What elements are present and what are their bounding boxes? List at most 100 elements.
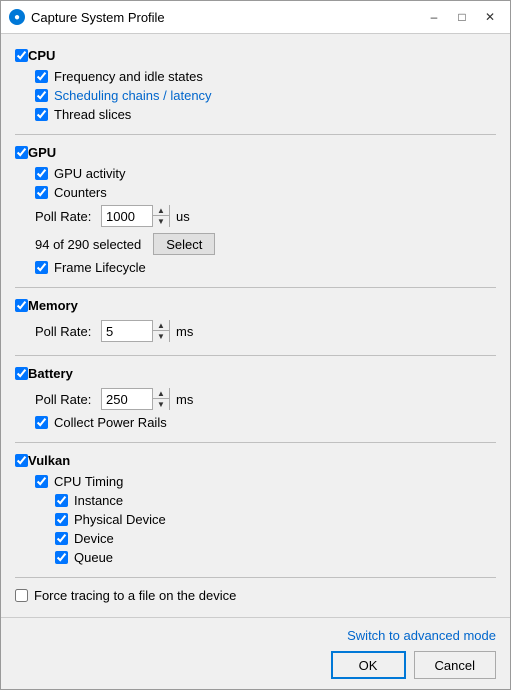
title-bar: ● Capture System Profile – □ ✕ (1, 1, 510, 34)
window-title: Capture System Profile (31, 10, 422, 25)
content-area: CPU Frequency and idle states Scheduling… (1, 34, 510, 617)
footer: Switch to advanced mode OK Cancel (1, 617, 510, 689)
battery-section: Battery Poll Rate: ▲ ▼ ms Col (15, 362, 496, 436)
advanced-mode-link[interactable]: Switch to advanced mode (347, 628, 496, 643)
device-checkbox[interactable] (55, 532, 68, 545)
gpu-label: GPU (28, 145, 56, 160)
device-row: Device (55, 529, 496, 548)
divider-3 (15, 355, 496, 356)
vulkan-label: Vulkan (28, 453, 70, 468)
battery-poll-down-arrow[interactable]: ▼ (153, 399, 169, 410)
frame-lifecycle-label: Frame Lifecycle (54, 260, 146, 275)
gpu-section: GPU GPU activity Counters Poll Rate: ▲ (15, 141, 496, 281)
force-tracing-checkbox[interactable] (15, 589, 28, 602)
battery-poll-input[interactable] (102, 389, 152, 409)
gpu-counters-row: Counters (35, 183, 496, 202)
cpu-thread-row: Thread slices (35, 105, 496, 124)
queue-checkbox[interactable] (55, 551, 68, 564)
instance-label: Instance (74, 493, 123, 508)
memory-section-body: Poll Rate: ▲ ▼ ms (15, 317, 496, 349)
memory-poll-arrows: ▲ ▼ (152, 320, 169, 342)
gpu-poll-down-arrow[interactable]: ▼ (153, 216, 169, 227)
select-button[interactable]: Select (153, 233, 215, 255)
memory-poll-down-arrow[interactable]: ▼ (153, 331, 169, 342)
cpu-timing-checkbox[interactable] (35, 475, 48, 488)
memory-poll-label: Poll Rate: (35, 324, 95, 339)
cpu-frequency-row: Frequency and idle states (35, 67, 496, 86)
maximize-button[interactable]: □ (450, 7, 474, 27)
queue-label: Queue (74, 550, 113, 565)
memory-section: Memory Poll Rate: ▲ ▼ ms (15, 294, 496, 349)
divider-4 (15, 442, 496, 443)
gpu-activity-label: GPU activity (54, 166, 126, 181)
force-tracing-row: Force tracing to a file on the device (15, 584, 496, 607)
frame-lifecycle-checkbox[interactable] (35, 261, 48, 274)
gpu-activity-checkbox[interactable] (35, 167, 48, 180)
force-tracing-label: Force tracing to a file on the device (34, 588, 236, 603)
gpu-section-header: GPU (15, 141, 496, 164)
collect-power-rails-label: Collect Power Rails (54, 415, 167, 430)
cpu-timing-label: CPU Timing (54, 474, 123, 489)
cpu-frequency-checkbox[interactable] (35, 70, 48, 83)
cpu-section-header: CPU (15, 44, 496, 67)
cpu-timing-children: Instance Physical Device Device Queue (35, 491, 496, 567)
memory-poll-input[interactable] (102, 321, 152, 341)
physical-device-checkbox[interactable] (55, 513, 68, 526)
collect-power-rails-row: Collect Power Rails (35, 413, 496, 432)
battery-poll-unit: ms (176, 392, 193, 407)
gpu-section-body: GPU activity Counters Poll Rate: ▲ ▼ (15, 164, 496, 281)
gpu-activity-row: GPU activity (35, 164, 496, 183)
minimize-button[interactable]: – (422, 7, 446, 27)
vulkan-section-header: Vulkan (15, 449, 496, 472)
gpu-poll-up-arrow[interactable]: ▲ (153, 205, 169, 216)
advanced-link-container: Switch to advanced mode (15, 628, 496, 643)
cpu-thread-checkbox[interactable] (35, 108, 48, 121)
vulkan-checkbox[interactable] (15, 454, 28, 467)
footer-buttons: OK Cancel (15, 651, 496, 679)
divider-1 (15, 134, 496, 135)
divider-2 (15, 287, 496, 288)
gpu-counters-label: Counters (54, 185, 107, 200)
physical-device-label: Physical Device (74, 512, 166, 527)
battery-poll-row: Poll Rate: ▲ ▼ ms (35, 385, 496, 413)
battery-poll-up-arrow[interactable]: ▲ (153, 388, 169, 399)
gpu-poll-unit: us (176, 209, 190, 224)
cpu-checkbox[interactable] (15, 49, 28, 62)
ok-button[interactable]: OK (331, 651, 406, 679)
cpu-frequency-label: Frequency and idle states (54, 69, 203, 84)
close-button[interactable]: ✕ (478, 7, 502, 27)
battery-poll-label: Poll Rate: (35, 392, 95, 407)
collect-power-rails-checkbox[interactable] (35, 416, 48, 429)
cpu-thread-label: Thread slices (54, 107, 131, 122)
window-controls: – □ ✕ (422, 7, 502, 27)
cpu-label: CPU (28, 48, 55, 63)
divider-5 (15, 577, 496, 578)
app-icon: ● (9, 9, 25, 25)
gpu-select-row: 94 of 290 selected Select (35, 230, 496, 258)
cpu-scheduling-row: Scheduling chains / latency (35, 86, 496, 105)
memory-poll-up-arrow[interactable]: ▲ (153, 320, 169, 331)
gpu-poll-label: Poll Rate: (35, 209, 95, 224)
memory-label: Memory (28, 298, 78, 313)
memory-poll-unit: ms (176, 324, 193, 339)
vulkan-section-body: CPU Timing Instance Physical Device Devi… (15, 472, 496, 571)
window: ● Capture System Profile – □ ✕ CPU Frequ… (0, 0, 511, 690)
cpu-timing-row: CPU Timing (35, 472, 496, 491)
instance-checkbox[interactable] (55, 494, 68, 507)
battery-section-header: Battery (15, 362, 496, 385)
gpu-poll-arrows: ▲ ▼ (152, 205, 169, 227)
gpu-checkbox[interactable] (15, 146, 28, 159)
battery-section-body: Poll Rate: ▲ ▼ ms Collect Power Rails (15, 385, 496, 436)
battery-label: Battery (28, 366, 73, 381)
memory-section-header: Memory (15, 294, 496, 317)
memory-checkbox[interactable] (15, 299, 28, 312)
gpu-poll-input[interactable] (102, 206, 152, 226)
battery-checkbox[interactable] (15, 367, 28, 380)
cpu-scheduling-checkbox[interactable] (35, 89, 48, 102)
cancel-button[interactable]: Cancel (414, 651, 496, 679)
gpu-poll-row: Poll Rate: ▲ ▼ us (35, 202, 496, 230)
queue-row: Queue (55, 548, 496, 567)
battery-poll-spinbox: ▲ ▼ (101, 388, 170, 410)
gpu-counters-checkbox[interactable] (35, 186, 48, 199)
device-label: Device (74, 531, 114, 546)
